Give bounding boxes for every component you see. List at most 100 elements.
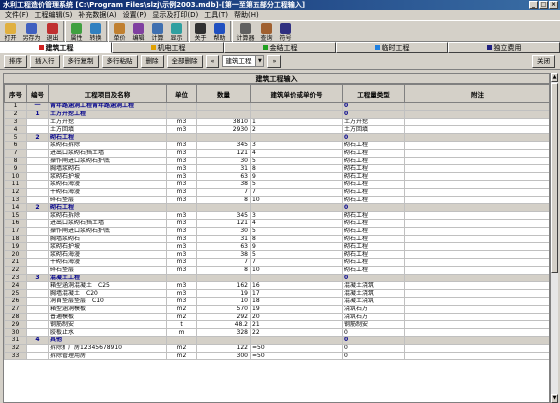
row-price[interactable]: 19 xyxy=(250,304,343,314)
menu-settings[interactable]: 设置(P) xyxy=(120,10,150,20)
row-code[interactable]: 3 xyxy=(26,273,49,283)
row-code[interactable] xyxy=(26,125,49,135)
row-note[interactable] xyxy=(404,312,549,322)
row-price[interactable]: 3 xyxy=(250,211,343,220)
row-note[interactable] xyxy=(404,179,549,189)
col-header-code[interactable]: 编号 xyxy=(26,84,49,103)
row-price[interactable]: 8 xyxy=(250,164,343,174)
row-price[interactable]: 18 xyxy=(250,296,343,306)
menu-supplement[interactable]: 补充数据(A) xyxy=(75,10,119,20)
row-name[interactable]: 砌石工程 xyxy=(48,203,167,213)
row-quantity[interactable]: 48.2 xyxy=(196,320,251,330)
table-row[interactable]: 25 胸墙混凝土 C20 m3 19 17 混凝土浇筑 xyxy=(4,289,549,298)
row-note[interactable] xyxy=(404,195,549,205)
row-type[interactable]: 砌石工程 xyxy=(342,226,405,236)
row-note[interactable] xyxy=(404,296,549,306)
row-unit[interactable]: m3 xyxy=(166,226,197,236)
row-code[interactable] xyxy=(26,148,49,158)
table-row[interactable]: 24 箱型涵洞混凝土 C25 m3 162 16 混凝土浇筑 xyxy=(4,281,549,291)
row-price[interactable]: 10 xyxy=(250,265,343,275)
col-header-quantity[interactable]: 数量 xyxy=(196,84,251,103)
row-unit[interactable]: m3 xyxy=(166,250,197,259)
row-type[interactable]: 混凝土浇筑 xyxy=(342,296,405,306)
row-type[interactable]: 砌石工程 xyxy=(342,257,405,267)
table-row[interactable]: 23 3 混凝土工程 0 xyxy=(4,273,549,283)
row-unit[interactable]: m3 xyxy=(166,265,197,275)
row-code[interactable] xyxy=(26,312,49,322)
row-quantity[interactable]: 3810 xyxy=(196,117,251,127)
row-unit[interactable]: m3 xyxy=(166,211,197,220)
row-unit[interactable]: m3 xyxy=(166,164,197,174)
nav-prev-button[interactable]: « xyxy=(205,54,220,68)
table-row[interactable]: 6 浆砌石拆除 m3 345 3 砌石工程 xyxy=(4,140,549,150)
row-code[interactable] xyxy=(26,234,49,244)
table-row[interactable]: 4 土方回填 m3 2930 2 土方回填 xyxy=(4,125,549,135)
chevron-down-icon[interactable]: ▼ xyxy=(255,56,264,66)
row-unit[interactable]: m3 xyxy=(166,218,197,228)
row-price[interactable]: =50 xyxy=(250,351,343,361)
row-note[interactable] xyxy=(404,109,549,119)
row-unit[interactable]: m3 xyxy=(166,242,197,252)
row-type[interactable]: 砌石工程 xyxy=(342,179,405,189)
toolbar-button-9[interactable]: 关于 xyxy=(191,21,210,42)
table-row[interactable]: 11 浆砌石海漫 m3 38 5 砌石工程 xyxy=(4,179,549,189)
row-type[interactable]: 砌石工程 xyxy=(342,234,405,244)
table-row[interactable]: 30 胶板止水 m 328 22 0 xyxy=(4,328,549,337)
row-name[interactable]: 操作闸进口浆砌石护底 xyxy=(48,226,167,236)
row-name[interactable]: 青年路涵洞工程青年路涵洞工程 xyxy=(48,102,167,111)
row-name[interactable]: 洞首垫层垫层 C10 xyxy=(48,296,167,306)
table-row[interactable]: 33 拆除管理用房 m2 300 =50 0 xyxy=(4,351,549,361)
row-type[interactable]: 0 xyxy=(342,133,405,142)
scroll-thumb[interactable] xyxy=(551,83,558,273)
row-quantity[interactable] xyxy=(196,203,251,213)
toolbar-button-5[interactable]: 单价 xyxy=(110,21,129,42)
table-row[interactable]: 10 浆砌石护坡 m3 63 9 砌石工程 xyxy=(4,172,549,181)
table-row[interactable]: 16 进出口浆砌石挡土墙 m3 121 4 砌石工程 xyxy=(4,218,549,228)
row-name[interactable]: 浆砌石海漫 xyxy=(48,179,167,189)
col-header-price[interactable]: 建筑单价或单价号 xyxy=(250,84,343,103)
row-quantity[interactable]: 8 xyxy=(196,195,251,205)
row-note[interactable] xyxy=(404,226,549,236)
toolbar-button-1[interactable]: 另存为 xyxy=(20,21,43,42)
row-type[interactable]: 0 xyxy=(342,335,405,345)
row-price[interactable]: 1 xyxy=(250,117,343,127)
row-price[interactable]: 3 xyxy=(250,140,343,150)
row-name[interactable]: 干砌石海漫 xyxy=(48,187,167,197)
menu-project-edit[interactable]: 工程编辑(S) xyxy=(32,10,76,20)
row-quantity[interactable]: 31 xyxy=(196,164,251,174)
row-quantity[interactable]: 31 xyxy=(196,234,251,244)
table-row[interactable]: 18 胸墙浆砌石 m3 31 8 砌石工程 xyxy=(4,234,549,244)
close-icon[interactable]: × xyxy=(549,1,558,9)
row-price[interactable]: 8 xyxy=(250,234,343,244)
table-row[interactable]: 3 土方开挖 m3 3810 1 土方开挖 xyxy=(4,117,549,127)
toolbar-button-8[interactable]: 显示 xyxy=(167,21,186,42)
col-header-note[interactable]: 附注 xyxy=(404,84,549,103)
row-note[interactable] xyxy=(404,218,549,228)
row-price[interactable]: 4 xyxy=(250,148,343,158)
row-quantity[interactable]: 2930 xyxy=(196,125,251,135)
table-row[interactable]: 20 浆砌石海漫 m3 38 5 砌石工程 xyxy=(4,250,549,259)
row-price[interactable]: 10 xyxy=(250,195,343,205)
row-quantity[interactable]: 8 xyxy=(196,265,251,275)
row-type[interactable]: 砌石工程 xyxy=(342,148,405,158)
table-row[interactable]: 32 拆除扩广房12345678910 m2 122 =50 0 xyxy=(4,343,549,353)
row-unit[interactable]: m3 xyxy=(166,148,197,158)
table-row[interactable]: 22 碎石垫层 m3 8 10 砌石工程 xyxy=(4,265,549,275)
row-type[interactable]: 砌石工程 xyxy=(342,172,405,181)
row-type[interactable]: 砌石工程 xyxy=(342,140,405,150)
toolbar-button-12[interactable]: 查询 xyxy=(257,21,276,42)
row-note[interactable] xyxy=(404,133,549,142)
row-note[interactable] xyxy=(404,117,549,127)
row-note[interactable] xyxy=(404,281,549,291)
row-type[interactable]: 0 xyxy=(342,343,405,353)
row-quantity[interactable]: 292 xyxy=(196,312,251,322)
tab-4[interactable]: 独立费用 xyxy=(448,42,560,53)
row-unit[interactable]: m3 xyxy=(166,289,197,298)
table-row[interactable]: 7 进出口浆砌石挡土墙 m3 121 4 砌石工程 xyxy=(4,148,549,158)
row-name[interactable]: 胸墙浆砌石 xyxy=(48,164,167,174)
row-note[interactable] xyxy=(404,257,549,267)
table-row[interactable]: 31 4 其他 0 xyxy=(4,335,549,345)
scroll-down-icon[interactable]: ▼ xyxy=(551,394,558,403)
row-price[interactable] xyxy=(250,273,343,283)
menu-display-print[interactable]: 显示及打印(D) xyxy=(149,10,201,20)
